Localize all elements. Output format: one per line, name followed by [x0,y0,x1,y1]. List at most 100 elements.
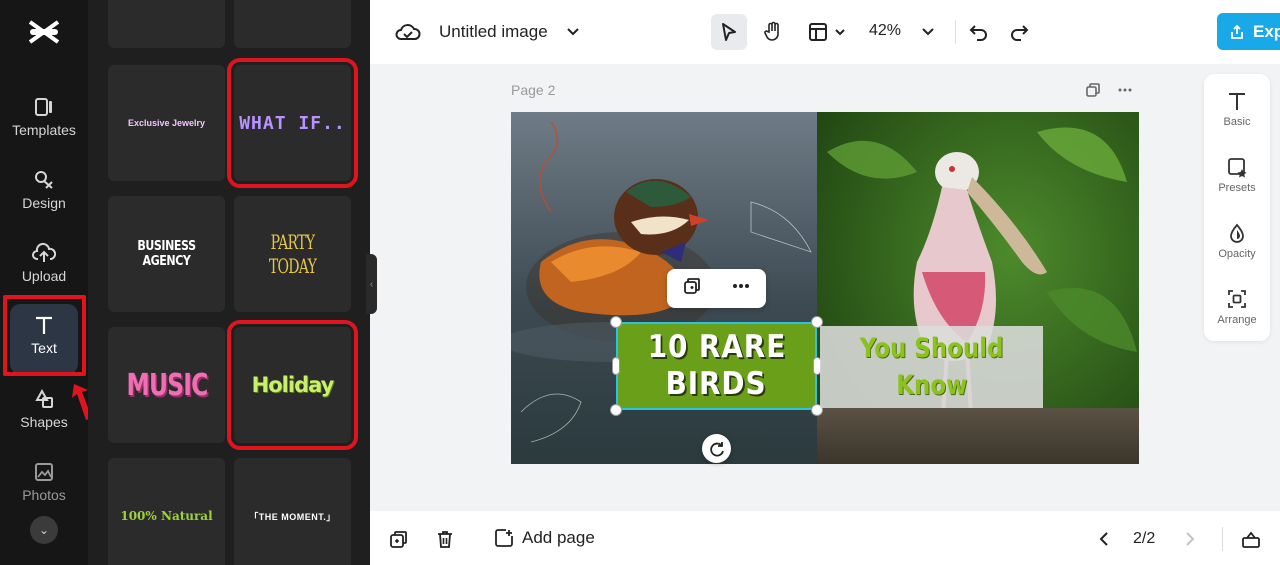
upload-icon [32,242,56,262]
rail-item-label: Design [22,195,66,211]
text-template-tile[interactable]: 「THE MOMENT.」 [234,458,351,565]
chevron-down-icon [922,28,934,36]
hand-icon [764,21,779,41]
rotate-icon [709,441,724,456]
templates-icon [35,98,52,116]
rail-item-label: Upload [21,268,67,284]
chevron-down-icon [567,28,579,36]
page-counter: 2/2 [1133,530,1156,547]
undo-icon [969,25,987,41]
properties-panel: Basic Presets Opacity Arrange [1204,74,1270,341]
page-tools [1085,82,1133,103]
text-template-tile[interactable]: Exclusive Jewelry [108,65,225,181]
panel-collapse-handle[interactable]: ‹ [366,254,377,314]
export-button[interactable]: Exp [1217,13,1280,50]
duplicate-icon [390,531,407,548]
chevron-left-icon [1099,532,1108,546]
subtitle-text-line: You Should [859,333,1004,364]
text-template-tile[interactable] [234,0,351,48]
rail-item-label: Templates [12,122,76,138]
select-tool-button[interactable] [711,14,747,50]
text-icon [36,316,52,334]
cloud-sync-button[interactable] [394,20,422,44]
mandarin-duck-photo [511,112,817,464]
export-label: Exp [1253,21,1280,41]
prev-page-button[interactable] [1094,528,1114,550]
prop-presets[interactable]: Presets [1204,156,1270,194]
design-canvas[interactable] [511,112,1139,464]
toolbar-divider [955,20,956,44]
hand-tool-button[interactable] [755,14,791,50]
layout-dropdown-button[interactable] [803,14,851,50]
title-text-line: 10 RARE [647,329,786,365]
resize-handle-bottom-left[interactable] [610,404,622,416]
text-template-tile-selected[interactable]: Holiday [227,320,358,450]
duplicate-element-icon[interactable] [682,276,702,301]
text-template-tile[interactable]: PARTY TODAY [234,196,351,312]
add-page-label: Add page [522,528,595,547]
prop-basic[interactable]: Basic [1204,90,1270,128]
prop-arrange[interactable]: Arrange [1204,288,1270,326]
add-page-button[interactable]: Add page [494,528,595,548]
photos-icon [35,463,53,481]
left-rail: Templates Design Upload Text Shapes Phot… [0,0,92,565]
arrange-icon [1228,290,1246,308]
text-template-panel: Exclusive Jewelry WHAT IF.. BUSINESS AGE… [88,0,370,565]
text-basic-icon [1229,93,1245,110]
redo-button[interactable] [1005,18,1033,46]
shapes-icon [35,388,53,408]
duplicate-page-icon[interactable] [1085,82,1101,103]
element-more-icon[interactable] [731,276,751,301]
trash-icon [438,531,452,548]
resize-handle-left[interactable] [612,357,620,375]
text-template-tile-selected[interactable]: WHAT IF.. [227,58,358,188]
zoom-dropdown-button[interactable] [918,20,938,44]
chevron-left-icon: ‹ [369,278,374,290]
next-page-button[interactable] [1180,528,1200,550]
subtitle-text-box[interactable]: You Should Know [820,326,1043,408]
capcut-logo-icon[interactable] [26,16,62,48]
presets-icon [1228,158,1247,178]
layout-icon [809,23,827,41]
delete-page-button[interactable] [434,528,456,550]
resize-handle-top-left[interactable] [610,316,622,328]
text-template-tile[interactable]: BUSINESS AGENCY [108,196,225,312]
zoom-level[interactable]: 42% [869,22,901,40]
bottom-toolbar: Add page 2/2 [370,511,1280,565]
top-toolbar: Untitled image 42% Exp [370,0,1280,64]
text-template-tile[interactable] [108,0,225,48]
duplicate-page-button[interactable] [388,528,410,550]
rail-item-text[interactable]: Text [0,302,88,374]
chevron-right-icon [1186,532,1195,546]
title-text-line: BIRDS [666,366,767,402]
cloud-icon [395,24,421,40]
prop-opacity[interactable]: Opacity [1204,222,1270,260]
text-template-tile[interactable]: MUSIC [108,327,225,443]
title-text-box[interactable]: 10 RARE BIRDS [616,322,817,410]
page-more-icon[interactable] [1117,82,1133,103]
rail-item-shapes[interactable]: Shapes [0,388,88,458]
export-icon [1231,24,1243,39]
document-title[interactable]: Untitled image [439,22,548,42]
subtitle-text-line: Know [895,370,968,401]
title-dropdown-button[interactable] [563,20,583,44]
undo-button[interactable] [965,18,993,46]
cursor-icon [722,23,736,41]
pages-panel-button[interactable] [1240,528,1262,550]
pages-panel-icon [1242,531,1260,548]
redo-icon [1011,25,1029,41]
chevron-down-icon: ⌄ [38,523,50,537]
text-template-tile[interactable]: 100% Natural [108,458,225,565]
chevron-down-icon [835,29,845,36]
rail-more-button[interactable]: ⌄ [30,516,58,544]
rail-item-label: Text [31,340,57,356]
rotate-handle[interactable] [702,434,731,463]
rail-item-label: Shapes [20,414,68,430]
page-label: Page 2 [511,82,556,98]
bottombar-divider [1222,527,1223,551]
rail-item-label: Photos [22,487,66,503]
rail-item-templates[interactable]: Templates [0,96,88,166]
rail-item-design[interactable]: Design [0,169,88,239]
design-icon [35,171,53,189]
add-page-icon [495,529,513,547]
